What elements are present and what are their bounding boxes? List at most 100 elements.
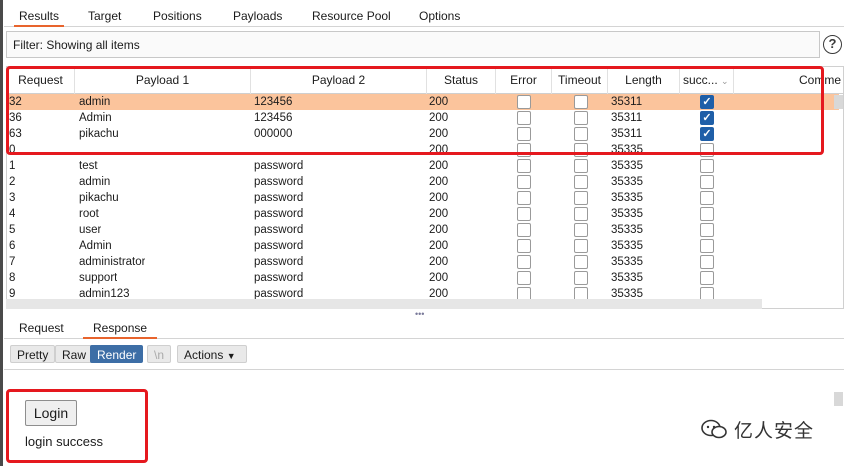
table-scrollbar-vertical[interactable] xyxy=(834,95,843,109)
cell-request: 1 xyxy=(9,160,16,172)
timeout-checkbox[interactable] xyxy=(574,271,588,285)
cell-request: 2 xyxy=(9,176,16,188)
cell-status: 200 xyxy=(429,224,449,236)
timeout-checkbox[interactable] xyxy=(574,159,588,173)
table-row[interactable]: 8 support password 200 35335 xyxy=(7,270,839,286)
cell-status: 200 xyxy=(429,256,449,268)
tab-results[interactable]: Results xyxy=(14,5,64,27)
success-checkbox[interactable] xyxy=(700,191,714,205)
cell-payload1: user xyxy=(79,224,102,236)
table-scrollbar-horizontal[interactable] xyxy=(6,299,762,309)
newline-button[interactable]: \n xyxy=(147,345,172,363)
cell-payload1: administrator xyxy=(79,256,146,268)
cell-length: 35335 xyxy=(611,192,643,204)
cell-status: 200 xyxy=(429,160,449,172)
render-button[interactable]: Render xyxy=(90,345,144,363)
cell-payload1: test xyxy=(79,160,98,172)
cell-request: 8 xyxy=(9,272,16,284)
success-checkbox[interactable] xyxy=(700,207,714,221)
success-checkbox[interactable] xyxy=(700,159,714,173)
cell-status: 200 xyxy=(429,272,449,284)
cell-status: 200 xyxy=(429,192,449,204)
cell-request: 3 xyxy=(9,192,16,204)
error-checkbox[interactable] xyxy=(517,239,531,253)
cell-payload1: root xyxy=(79,208,99,220)
watermark: 亿人安全 xyxy=(700,414,814,444)
table-row[interactable]: 1 test password 200 35335 xyxy=(7,158,839,174)
cell-request: 7 xyxy=(9,256,16,268)
error-checkbox[interactable] xyxy=(517,175,531,189)
cell-request: 5 xyxy=(9,224,16,236)
main-tabs: Results Target Positions Payloads Resour… xyxy=(4,5,844,27)
cell-payload2: password xyxy=(254,224,304,236)
help-icon[interactable]: ? xyxy=(823,35,842,54)
raw-button[interactable]: Raw xyxy=(55,345,94,363)
cell-length: 35335 xyxy=(611,224,643,236)
error-checkbox[interactable] xyxy=(517,271,531,285)
chevron-down-icon: ▼ xyxy=(226,351,236,361)
table-row[interactable]: 2 admin password 200 35335 xyxy=(7,174,839,190)
cell-payload1: pikachu xyxy=(79,192,119,204)
cell-request: 4 xyxy=(9,208,16,220)
error-checkbox[interactable] xyxy=(517,191,531,205)
success-checkbox[interactable] xyxy=(700,175,714,189)
success-checkbox[interactable] xyxy=(700,271,714,285)
highlight-box-login-result xyxy=(6,389,148,463)
filter-label: Filter: Showing all items xyxy=(13,38,140,52)
timeout-checkbox[interactable] xyxy=(574,255,588,269)
tab-response[interactable]: Response xyxy=(83,318,158,339)
table-row[interactable]: 6 Admin password 200 35335 xyxy=(7,238,839,254)
actions-label: Actions xyxy=(184,348,224,362)
success-checkbox[interactable] xyxy=(700,223,714,237)
cell-status: 200 xyxy=(429,240,449,252)
filter-bar[interactable]: Filter: Showing all items xyxy=(6,31,820,58)
tab-resource-pool[interactable]: Resource Pool xyxy=(312,5,391,27)
error-checkbox[interactable] xyxy=(517,159,531,173)
timeout-checkbox[interactable] xyxy=(574,207,588,221)
table-row[interactable]: 5 user password 200 35335 xyxy=(7,222,839,238)
cell-payload2: password xyxy=(254,208,304,220)
tab-positions[interactable]: Positions xyxy=(153,5,202,27)
watermark-text: 亿人安全 xyxy=(734,419,815,442)
cell-payload2: password xyxy=(254,240,304,252)
timeout-checkbox[interactable] xyxy=(574,223,588,237)
cell-payload2: password xyxy=(254,192,304,204)
cell-payload2: password xyxy=(254,160,304,172)
cell-length: 35335 xyxy=(611,208,643,220)
pretty-button[interactable]: Pretty xyxy=(10,345,56,363)
timeout-checkbox[interactable] xyxy=(574,175,588,189)
highlight-box-success-rows xyxy=(6,66,824,155)
cell-payload2: password xyxy=(254,176,304,188)
success-checkbox[interactable] xyxy=(700,255,714,269)
window-left-edge xyxy=(0,0,3,466)
cell-payload1: Admin xyxy=(79,240,112,252)
table-row[interactable]: 7 administrator password 200 35335 xyxy=(7,254,839,270)
cell-length: 35335 xyxy=(611,176,643,188)
tab-target[interactable]: Target xyxy=(88,5,121,27)
cell-payload1: support xyxy=(79,272,118,284)
cell-length: 35335 xyxy=(611,240,643,252)
success-checkbox[interactable] xyxy=(700,239,714,253)
cell-payload2: password xyxy=(254,272,304,284)
actions-dropdown[interactable]: Actions ▼ xyxy=(177,345,247,363)
cell-length: 35335 xyxy=(611,160,643,172)
cell-length: 35335 xyxy=(611,256,643,268)
cell-payload2: password xyxy=(254,256,304,268)
render-scrollbar-vertical[interactable] xyxy=(834,392,843,406)
error-checkbox[interactable] xyxy=(517,255,531,269)
cell-payload1: admin xyxy=(79,176,111,188)
tab-payloads[interactable]: Payloads xyxy=(233,5,282,27)
cell-status: 200 xyxy=(429,208,449,220)
wechat-logo-icon xyxy=(701,419,727,439)
timeout-checkbox[interactable] xyxy=(574,191,588,205)
table-row[interactable]: 3 pikachu password 200 35335 xyxy=(7,190,839,206)
tab-options[interactable]: Options xyxy=(419,5,460,27)
table-row[interactable]: 4 root password 200 35335 xyxy=(7,206,839,222)
error-checkbox[interactable] xyxy=(517,207,531,221)
cell-request: 6 xyxy=(9,240,16,252)
cell-status: 200 xyxy=(429,176,449,188)
cell-length: 35335 xyxy=(611,272,643,284)
error-checkbox[interactable] xyxy=(517,223,531,237)
tab-request[interactable]: Request xyxy=(19,318,64,339)
timeout-checkbox[interactable] xyxy=(574,239,588,253)
